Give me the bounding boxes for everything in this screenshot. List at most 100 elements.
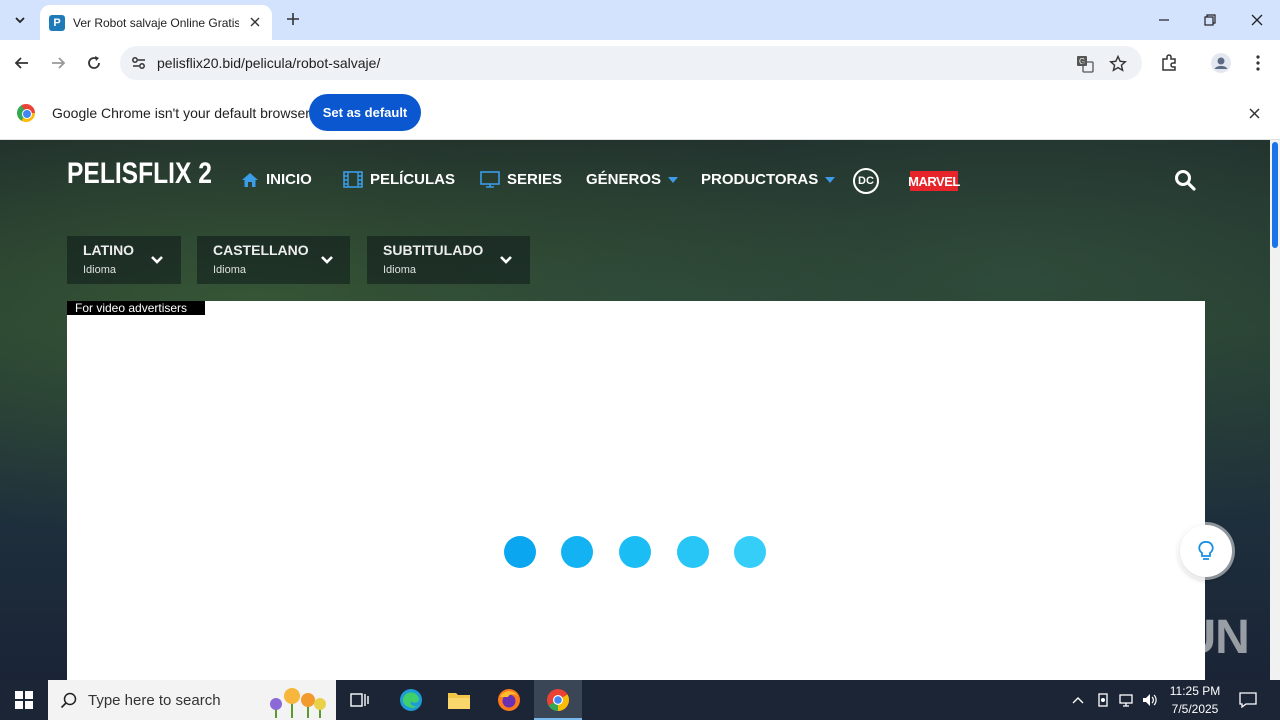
language-subtitulado[interactable]: SUBTITULADO Idioma (367, 236, 530, 284)
clock-time[interactable]: 11:25 PM (1166, 684, 1224, 698)
tab-title: Ver Robot salvaje Online Gratis (73, 15, 239, 30)
loading-dot (677, 536, 709, 568)
lightbulb-icon (1198, 541, 1214, 560)
volume-icon[interactable] (1142, 692, 1158, 708)
site-logo[interactable]: PELISFLIX 2 (67, 157, 212, 191)
default-browser-infobar: Google Chrome isn't your default browser… (0, 86, 1280, 140)
bookmark-star-icon[interactable] (1107, 53, 1129, 75)
language-latino[interactable]: LATINO Idioma (67, 236, 181, 284)
tab-close-button[interactable] (246, 13, 264, 31)
address-bar[interactable]: pelisflix20.bid/pelicula/robot-salvaje/ … (120, 46, 1142, 80)
edge-icon (400, 689, 422, 711)
language-subtitle: Idioma (83, 264, 117, 276)
chevron-up-icon[interactable] (1070, 692, 1086, 708)
nav-label: PELÍCULAS (370, 171, 456, 188)
chrome-taskbar-button[interactable] (534, 680, 582, 720)
loading-dot (619, 536, 651, 568)
clock-date[interactable]: 7/5/2025 (1166, 702, 1224, 716)
minimize-icon (1159, 19, 1169, 21)
language-subtitle: Idioma (213, 264, 247, 276)
home-icon (242, 172, 258, 187)
anyrun-watermark: ANY RUN (1038, 611, 1250, 664)
close-window-button[interactable] (1234, 0, 1280, 40)
extensions-icon[interactable] (1156, 50, 1182, 76)
dc-logo-link[interactable]: DC (853, 168, 879, 194)
nav-series[interactable]: SERIES (480, 171, 562, 188)
windows-taskbar: Type here to search 11:25 PM 7/5/2025 (0, 680, 1280, 720)
arrow-left-icon (14, 57, 28, 69)
firefox-taskbar-button[interactable] (493, 684, 525, 716)
language-title: LATINO (83, 242, 135, 258)
minimize-button[interactable] (1141, 0, 1187, 40)
start-button[interactable] (0, 680, 48, 720)
tab-strip: P Ver Robot salvaje Online Gratis (0, 0, 1280, 40)
file-explorer-button[interactable] (443, 684, 475, 716)
nav-productoras[interactable]: PRODUCTORAS (701, 171, 836, 188)
restore-icon (1204, 14, 1216, 26)
tab-search-button[interactable] (6, 6, 34, 34)
video-ad-frame[interactable]: For video advertisers (67, 301, 1205, 680)
chevron-down-icon (321, 256, 333, 264)
infobar-message: Google Chrome isn't your default browser (52, 105, 310, 121)
film-icon (343, 171, 363, 188)
restore-button[interactable] (1187, 0, 1233, 40)
search-icon[interactable] (1173, 168, 1197, 192)
infobar-close-button[interactable] (1244, 103, 1264, 123)
close-icon (1251, 14, 1263, 26)
language-title: SUBTITULADO (383, 242, 484, 258)
plus-icon (287, 13, 299, 25)
taskbar-search-placeholder: Type here to search (88, 692, 221, 709)
new-tab-button[interactable] (282, 8, 304, 30)
chevron-down-icon (151, 256, 163, 264)
nav-label: INICIO (266, 171, 312, 188)
nav-inicio[interactable]: INICIO (241, 171, 312, 188)
chrome-logo-icon (17, 104, 35, 122)
loading-dot (561, 536, 593, 568)
url-text[interactable]: pelisflix20.bid/pelicula/robot-salvaje/ (157, 55, 380, 71)
nav-generos[interactable]: GÉNEROS (586, 171, 679, 188)
folder-icon (448, 693, 470, 709)
caret-down-icon (825, 176, 836, 183)
notifications-icon[interactable] (1239, 691, 1257, 709)
windows-logo-icon (15, 691, 33, 709)
nav-label: PRODUCTORAS (701, 171, 819, 188)
browser-tab[interactable]: P Ver Robot salvaje Online Gratis (40, 5, 272, 40)
network-icon[interactable] (1118, 692, 1134, 708)
chevron-down-icon (500, 256, 512, 264)
chevron-down-icon (15, 17, 25, 24)
kebab-menu-icon[interactable] (1245, 50, 1271, 76)
search-icon (60, 692, 77, 709)
caret-down-icon (668, 176, 679, 183)
arrow-right-icon (52, 57, 66, 69)
nav-peliculas[interactable]: PELÍCULAS (343, 171, 455, 188)
back-button[interactable] (7, 48, 37, 78)
reload-button[interactable] (79, 48, 109, 78)
language-title: CASTELLANO (213, 242, 309, 258)
translate-icon[interactable]: G (1074, 53, 1096, 75)
device-icon[interactable] (1095, 692, 1111, 708)
lightbulb-button[interactable] (1180, 525, 1232, 577)
task-view-icon (350, 693, 369, 707)
web-page: PELISFLIX 2 INICIO PELÍCULAS SERIES GÉNE… (0, 140, 1270, 680)
task-view-button[interactable] (344, 684, 376, 716)
loading-dot (504, 536, 536, 568)
nav-label: GÉNEROS (586, 171, 662, 188)
close-icon (1248, 107, 1260, 119)
firefox-icon (498, 689, 520, 711)
reload-icon (88, 56, 100, 69)
scrollbar-thumb[interactable] (1272, 142, 1278, 248)
language-subtitle: Idioma (383, 264, 417, 276)
site-settings-icon[interactable] (130, 54, 148, 72)
ad-label: For video advertisers (67, 301, 205, 315)
profile-avatar-icon[interactable] (1208, 50, 1234, 76)
language-castellano[interactable]: CASTELLANO Idioma (197, 236, 350, 284)
forward-button[interactable] (43, 48, 73, 78)
set-as-default-button[interactable]: Set as default (309, 94, 421, 131)
taskbar-search-box[interactable]: Type here to search (48, 680, 336, 720)
chrome-icon (547, 689, 569, 711)
marvel-logo-link[interactable]: MARVEL (908, 171, 960, 191)
close-icon (250, 17, 260, 27)
edge-taskbar-button[interactable] (395, 684, 427, 716)
flowers-decoration-icon (270, 688, 326, 718)
page-scrollbar[interactable] (1270, 140, 1280, 680)
